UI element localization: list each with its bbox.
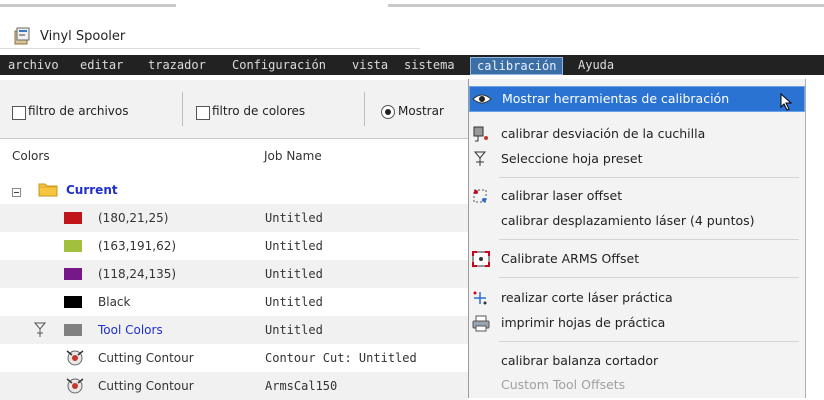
menu-item-label: Seleccione hoja preset — [501, 151, 643, 166]
folder-icon — [38, 181, 58, 200]
mouse-cursor-icon — [780, 92, 794, 114]
menu-archivo[interactable]: archivo — [8, 58, 59, 72]
cutting-contour-icon — [64, 376, 86, 399]
show-option-label: Mostrar — [398, 104, 444, 118]
menu-separator — [499, 177, 799, 178]
menu-item-laser-offset[interactable]: calibrar laser offset — [469, 184, 805, 208]
menu-item-label: Calibrate ARMS Offset — [501, 251, 640, 266]
file-filter-label: filtro de archivos — [28, 104, 129, 118]
cutting-contour-icon — [64, 348, 86, 371]
menu-separator — [499, 341, 799, 342]
window-title: Vinyl Spooler — [40, 29, 126, 44]
color-label: Black — [98, 295, 131, 309]
toolbar-divider — [182, 92, 183, 126]
table-row[interactable]: (163,191,62) Untitled — [0, 232, 468, 260]
job-name-cell: Untitled — [265, 323, 323, 337]
menu-item-label: Mostrar herramientas de calibración — [502, 91, 730, 106]
menu-calibracion[interactable]: calibración — [470, 57, 564, 75]
colors-column-header[interactable]: Colors — [12, 149, 50, 163]
menu-item-show-calibration-tools[interactable]: Mostrar herramientas de calibración — [469, 86, 805, 112]
menu-editar[interactable]: editar — [80, 58, 123, 72]
table-row[interactable]: (118,24,135) Untitled — [0, 260, 468, 288]
tool-tree-icon — [33, 322, 47, 341]
menu-item-label: calibrar desplazamiento láser (4 puntos) — [501, 213, 755, 228]
menu-item-label: calibrar balanza cortador — [501, 353, 659, 368]
menu-configuracion[interactable]: Configuración — [232, 58, 326, 72]
color-label: (180,21,25) — [98, 211, 169, 225]
show-radio-button[interactable] — [381, 105, 395, 119]
calibration-dropdown-menu: Mostrar herramientas de calibración cali… — [468, 79, 806, 398]
menu-item-practice-laser-cut[interactable]: realizar corte láser práctica — [469, 286, 805, 310]
menu-item-blade-offset[interactable]: calibrar desviación de la cuchilla — [469, 122, 805, 146]
toolbar-divider — [364, 92, 365, 126]
arms-target-icon — [471, 250, 491, 268]
job-name-cell: Untitled — [265, 211, 323, 225]
table-row[interactable]: Current — [0, 176, 468, 204]
table-row[interactable]: Tool Colors Untitled — [0, 316, 468, 344]
job-name-cell: Untitled — [265, 267, 323, 281]
collapse-toggle-icon[interactable] — [12, 186, 21, 200]
color-filter-label: filtro de colores — [212, 104, 306, 118]
menu-item-label: imprimir hojas de práctica — [501, 315, 666, 330]
menu-item-label: Custom Tool Offsets — [501, 377, 626, 392]
menu-trazador[interactable]: trazador — [148, 58, 206, 72]
color-label: Cutting Contour — [98, 379, 194, 393]
menu-item-label: calibrar desviación de la cuchilla — [501, 126, 706, 141]
top-edge — [0, 0, 824, 8]
vinyl-spooler-app-icon — [14, 27, 32, 48]
group-label: Current — [66, 183, 118, 197]
filter-toolbar: filtro de archivos filtro de colores Mos… — [0, 80, 468, 139]
job-grid: Colors Job Name Current (180,21,25) Unti… — [0, 139, 468, 400]
menu-item-label: realizar corte láser práctica — [501, 290, 673, 305]
menu-sistema[interactable]: sistema — [404, 58, 455, 72]
menu-item-calibrate-cutter-scale[interactable]: calibrar balanza cortador — [469, 349, 805, 373]
color-label: (118,24,135) — [98, 267, 177, 281]
menu-item-laser-offset-4-points[interactable]: calibrar desplazamiento láser (4 puntos) — [469, 209, 805, 233]
table-row[interactable]: Black Untitled — [0, 288, 468, 316]
title-bar: Vinyl Spooler — [0, 8, 420, 49]
job-name-cell: ArmsCal150 — [265, 379, 338, 393]
color-swatch — [64, 324, 82, 336]
job-name-cell: Contour Cut: Untitled — [265, 351, 417, 365]
sheet-preset-icon — [471, 150, 491, 168]
file-filter-checkbox[interactable] — [12, 106, 26, 120]
menu-ayuda[interactable]: Ayuda — [578, 58, 614, 72]
menu-item-calibrate-arms-offset[interactable]: Calibrate ARMS Offset — [469, 247, 805, 271]
color-label: Cutting Contour — [98, 351, 194, 365]
printer-icon — [471, 314, 491, 332]
table-row[interactable]: Cutting Contour ArmsCal150 — [0, 372, 468, 400]
menu-item-print-practice-sheets[interactable]: imprimir hojas de práctica — [469, 311, 805, 335]
top-edge-segment — [0, 4, 176, 7]
top-edge-segment — [388, 4, 824, 7]
menu-bar: archivo editar trazador Configuración vi… — [0, 55, 824, 75]
laser-offset-icon — [471, 187, 491, 205]
color-label: Tool Colors — [98, 323, 163, 337]
color-filter-checkbox[interactable] — [196, 106, 210, 120]
menu-item-label: calibrar laser offset — [501, 188, 623, 203]
menu-item-select-preset-sheet[interactable]: Seleccione hoja preset — [469, 147, 805, 171]
laser-cut-icon — [471, 289, 491, 307]
menu-item-custom-tool-offsets: Custom Tool Offsets — [469, 373, 805, 397]
menu-separator — [499, 239, 799, 240]
color-swatch — [64, 296, 82, 308]
job-name-column-header[interactable]: Job Name — [264, 149, 322, 163]
job-name-cell: Untitled — [265, 295, 323, 309]
table-row[interactable]: (180,21,25) Untitled — [0, 204, 468, 232]
color-swatch — [64, 268, 82, 280]
blade-offset-icon — [471, 125, 491, 143]
color-label: (163,191,62) — [98, 239, 177, 253]
table-row[interactable]: Cutting Contour Contour Cut: Untitled — [0, 344, 468, 372]
eye-icon — [472, 90, 492, 108]
menu-separator — [499, 277, 799, 278]
color-swatch — [64, 240, 82, 252]
color-swatch — [64, 212, 82, 224]
job-name-cell: Untitled — [265, 239, 323, 253]
menu-vista[interactable]: vista — [352, 58, 388, 72]
